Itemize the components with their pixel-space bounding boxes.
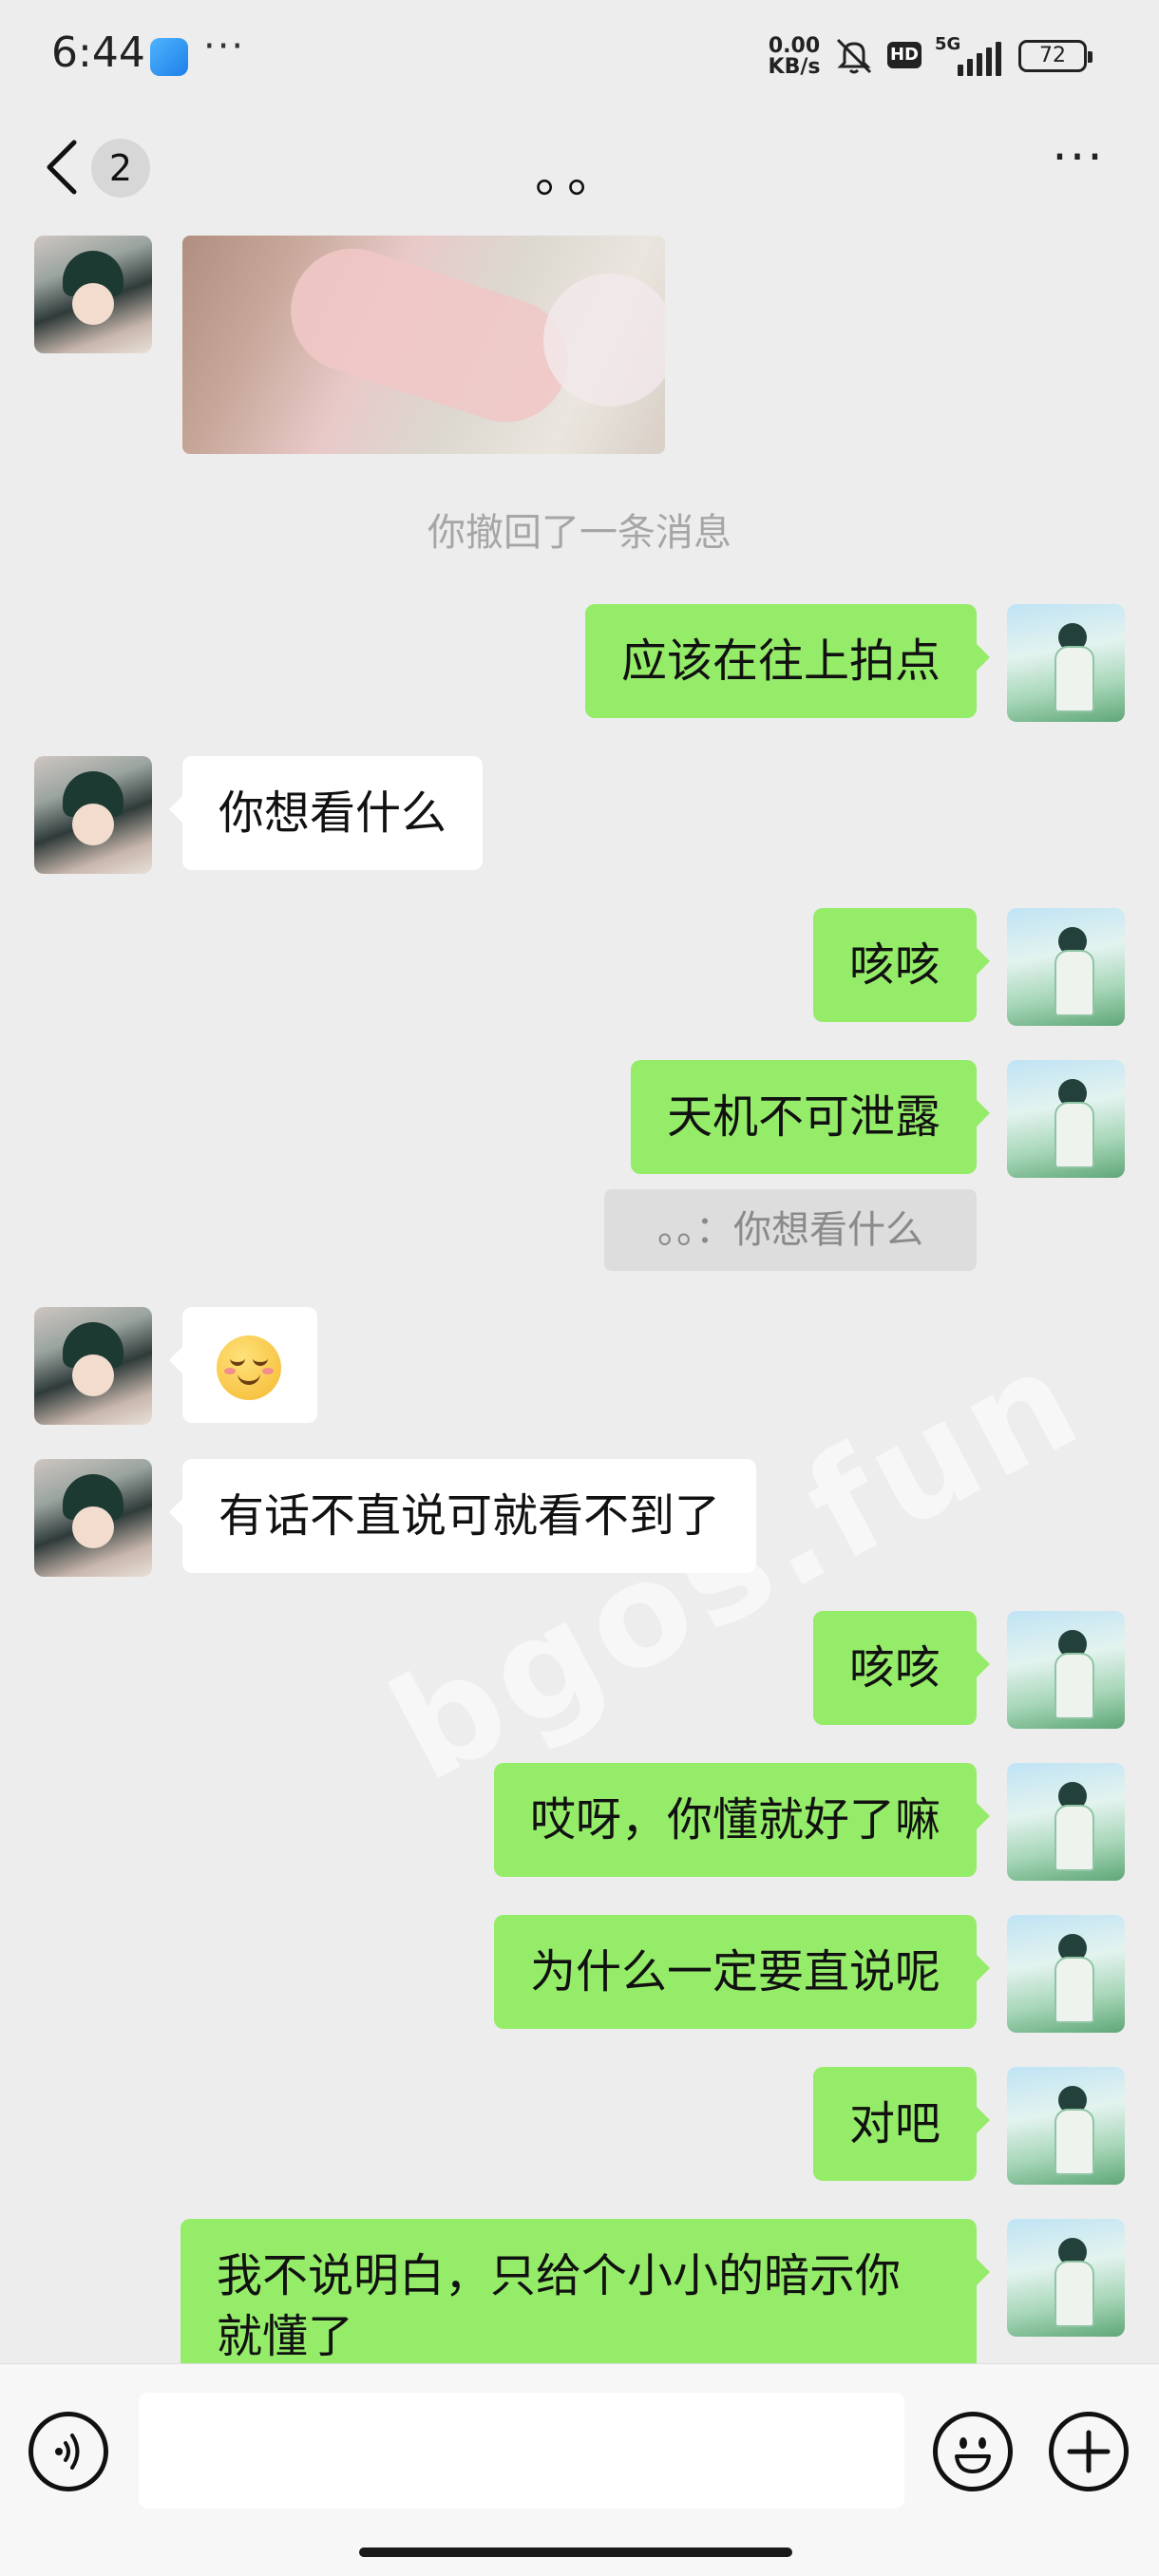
- back-icon[interactable]: [40, 137, 84, 198]
- quoted-reply[interactable]: 。。：你想看什么: [604, 1189, 977, 1271]
- chat-header: 2 。。 ···: [0, 112, 1159, 226]
- contact-avatar[interactable]: [34, 236, 152, 353]
- sent-message-bubble[interactable]: 为什么一定要直说呢: [493, 1915, 991, 2029]
- sent-message-bubble[interactable]: 咳咳: [812, 1611, 991, 1725]
- my-avatar[interactable]: [1007, 2219, 1125, 2337]
- image-message[interactable]: [182, 236, 665, 454]
- home-indicator[interactable]: [359, 2548, 792, 2557]
- mute-icon: [836, 38, 872, 74]
- my-avatar[interactable]: [1007, 908, 1125, 1026]
- network-speed: 0.00 KB/s: [766, 36, 823, 78]
- status-bar: 6:44 ··· 0.00 KB/s HD 5G 72: [0, 0, 1159, 112]
- my-avatar[interactable]: [1007, 1060, 1125, 1178]
- input-bar: [0, 2363, 1159, 2576]
- contact-avatar[interactable]: [34, 1307, 152, 1425]
- unread-count-badge[interactable]: 2: [91, 139, 150, 198]
- shy-smile-emoji-icon: [217, 1335, 281, 1400]
- my-avatar[interactable]: [1007, 2067, 1125, 2185]
- sent-message-bubble[interactable]: 对吧: [812, 2067, 991, 2181]
- network-speed-unit: KB/s: [768, 55, 821, 79]
- sent-message-bubble[interactable]: 应该在往上拍点: [584, 604, 991, 718]
- message-input[interactable]: [139, 2393, 904, 2509]
- recall-notice: 你撤回了一条消息: [428, 511, 732, 555]
- status-time: 6:44: [51, 28, 145, 77]
- sent-message-bubble[interactable]: 天机不可泄露: [630, 1060, 991, 1174]
- contact-avatar[interactable]: [34, 756, 152, 874]
- status-more-icon: ···: [203, 25, 246, 68]
- voice-icon[interactable]: [28, 2412, 108, 2491]
- contact-avatar[interactable]: [34, 1459, 152, 1577]
- my-avatar[interactable]: [1007, 1915, 1125, 2033]
- signal-icon: 5G: [935, 34, 1003, 76]
- battery-icon: 72: [1018, 40, 1092, 72]
- emoji-icon[interactable]: [933, 2412, 1013, 2491]
- network-speed-value: 0.00: [768, 34, 821, 58]
- chat-title: 。。: [534, 147, 624, 204]
- my-avatar[interactable]: [1007, 1611, 1125, 1729]
- app-notification-icon: [150, 38, 188, 76]
- more-options-icon[interactable]: ···: [1045, 133, 1112, 196]
- sent-message-bubble[interactable]: 咳咳: [812, 908, 991, 1022]
- my-avatar[interactable]: [1007, 1763, 1125, 1881]
- received-message-bubble[interactable]: 你想看什么: [168, 756, 484, 870]
- hd-badge: HD: [887, 42, 922, 68]
- my-avatar[interactable]: [1007, 604, 1125, 722]
- plus-icon[interactable]: [1049, 2412, 1129, 2491]
- sent-message-bubble[interactable]: 哎呀，你懂就好了嘛: [493, 1763, 991, 1877]
